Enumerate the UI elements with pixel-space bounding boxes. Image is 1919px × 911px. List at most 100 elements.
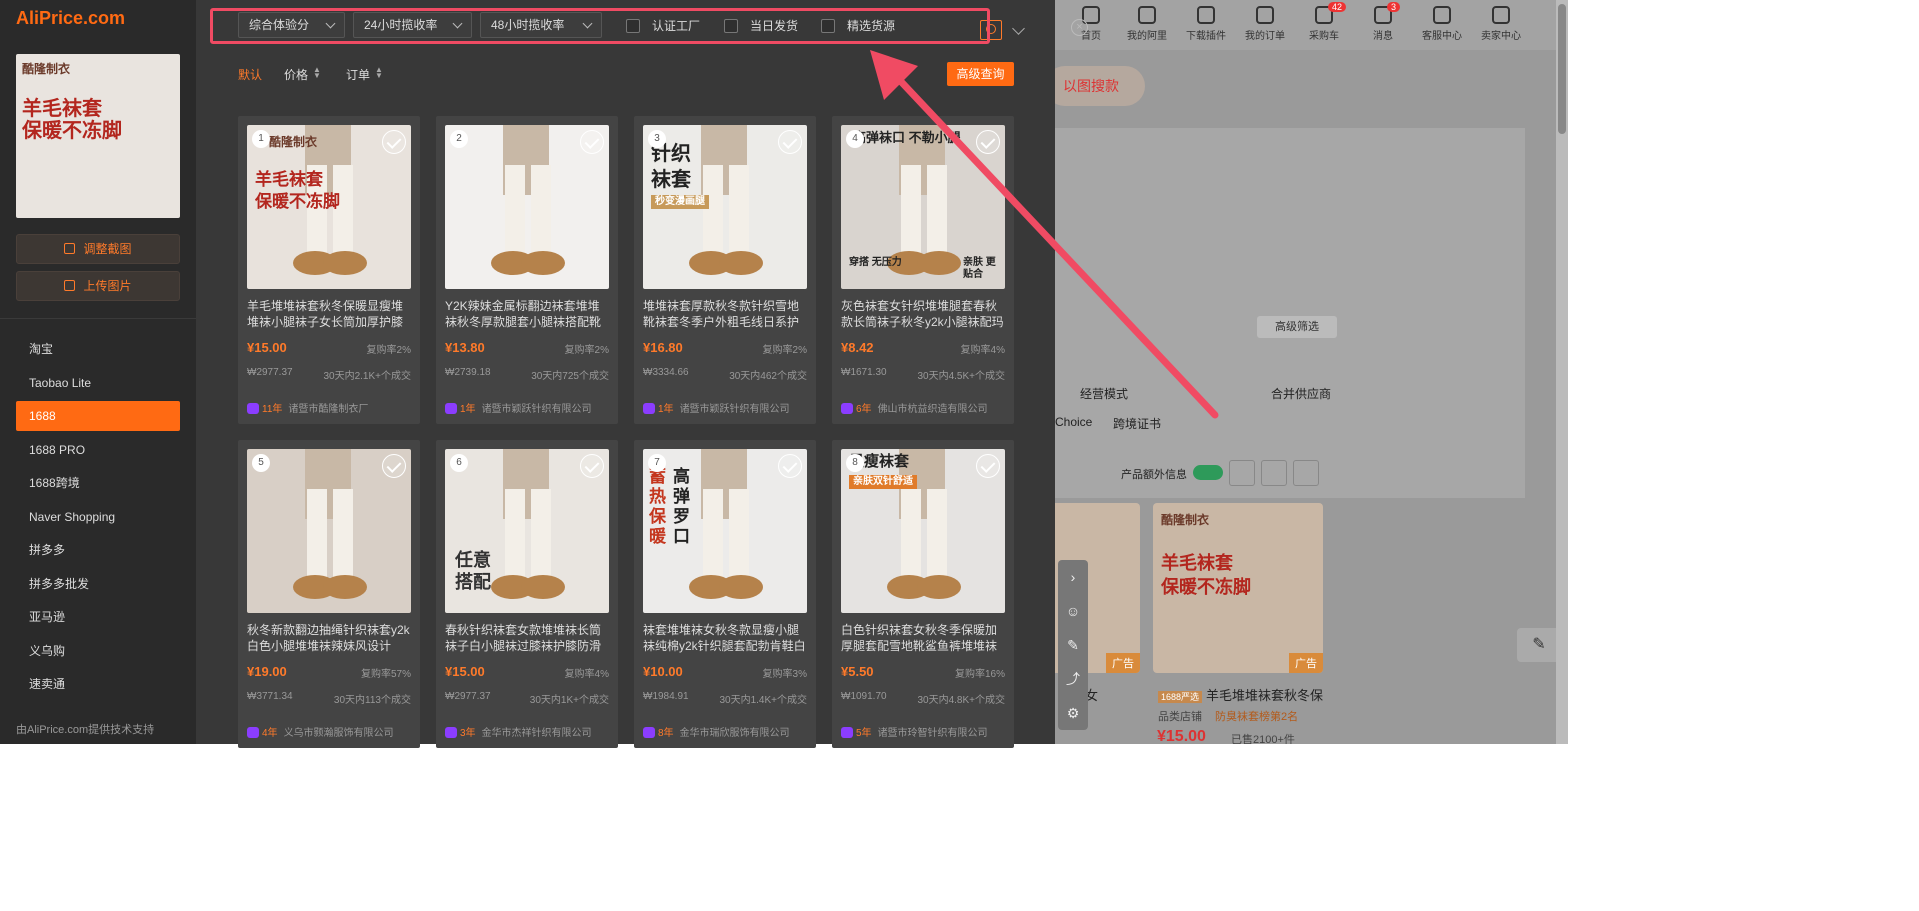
share-icon[interactable]: ⤴	[1058, 662, 1088, 696]
supplier-info[interactable]: 1年 诸暨市颖跃针织有限公司	[445, 400, 609, 415]
aliprice-logo[interactable]: AliPrice.com	[16, 8, 125, 29]
product-card[interactable]: 任意搭配 6 春秋针织袜套女款堆堆袜长筒袜子白小腿袜过膝袜护膝防滑秋... ¥1…	[436, 440, 618, 748]
upload-image-button[interactable]: 上传图片	[16, 271, 180, 301]
product-title[interactable]: 堆堆袜套厚款秋冬款针织雪地靴袜套冬季户外粗毛线日系护腿...	[643, 298, 807, 330]
platform-item[interactable]: 亚马逊	[16, 602, 180, 632]
product-card[interactable]: 针织袜套秒变漫画腿 3 堆堆袜套厚款秋冬款针织雪地靴袜套冬季户外粗毛线日系护腿.…	[634, 116, 816, 424]
product-title[interactable]: 羊毛堆堆袜套秋冬保暖显瘦堆堆袜小腿袜子女长筒加厚护膝中...	[247, 298, 411, 330]
nav-messages[interactable]: 3 消息	[1353, 2, 1413, 42]
platform-item[interactable]: 速卖通	[16, 669, 180, 699]
rank-label[interactable]: 防臭袜套榜第2名	[1215, 708, 1298, 724]
adjust-crop-button[interactable]: 调整截图	[16, 234, 180, 264]
platform-item[interactable]: 1688 PRO	[16, 435, 180, 465]
refresh-icon[interactable]	[1229, 460, 1255, 486]
pickup-48h-select[interactable]: 48小时揽收率	[480, 12, 602, 38]
platform-item[interactable]: 拼多多批发	[16, 569, 180, 599]
choice-filter[interactable]: Choice	[1055, 415, 1092, 429]
platform-item[interactable]: Naver Shopping	[16, 502, 180, 532]
product-title[interactable]: 秋冬新款翻边抽绳针织袜套y2k白色小腿堆堆袜辣妹风设计感...	[247, 622, 411, 654]
page-scrollbar[interactable]	[1556, 0, 1568, 744]
chevron-right-icon[interactable]: ›	[1058, 560, 1088, 594]
supplier-info[interactable]: 1年 诸暨市颖跃针织有限公司	[643, 400, 807, 415]
product-card[interactable]: 5 秋冬新款翻边抽绳针织袜套y2k白色小腿堆堆袜辣妹风设计感... ¥19.00…	[238, 440, 420, 748]
nav-my-alibaba[interactable]: 我的阿里	[1117, 6, 1177, 42]
background-product-2[interactable]: 酷隆制衣 羊毛袜套 保暖不冻脚 广告	[1153, 503, 1323, 673]
product-image[interactable]: 5	[247, 449, 411, 613]
checkbox-box[interactable]	[626, 19, 640, 33]
select-check-icon[interactable]	[778, 454, 802, 478]
platform-item[interactable]: 义乌购	[16, 636, 180, 666]
platform-item[interactable]: 1688	[16, 401, 180, 431]
supplier-info[interactable]: 11年 诸暨市酷隆制衣厂	[247, 400, 411, 415]
select-check-icon[interactable]	[382, 454, 406, 478]
product-image[interactable]: 酷隆制衣 羊毛袜套 保暖不冻脚 1	[247, 125, 411, 289]
sort-orders[interactable]: 订单 ▲ ▼	[346, 66, 383, 83]
checkbox-box[interactable]	[821, 19, 835, 33]
nav-cart[interactable]: 42 采购车	[1294, 2, 1354, 42]
smile-icon[interactable]: ☺	[1058, 594, 1088, 628]
product-title[interactable]: Y2K辣妹金属标翻边袜套堆堆袜秋冬厚款腿套小腿袜搭配靴子...	[445, 298, 609, 330]
supplier-name: 诸暨市颖跃针织有限公司	[481, 404, 592, 415]
platform-item[interactable]: 淘宝	[16, 334, 180, 364]
product-image[interactable]: 显瘦袜套 亲肤双针舒适 8	[841, 449, 1005, 613]
nav-download-plugin[interactable]: 下载插件	[1176, 6, 1236, 42]
chevron-down-icon[interactable]	[1012, 22, 1025, 35]
certified-factory-checkbox[interactable]: 认证工厂	[626, 17, 700, 34]
product-card[interactable]: 显瘦袜套亲肤双针舒适 8 白色针织袜套女秋冬季保暖加厚腿套配雪地靴鲨鱼裤堆堆袜小…	[832, 440, 1014, 748]
product-image[interactable]: 针织 袜套 秒变漫画腿 3	[643, 125, 807, 289]
supplier-info[interactable]: 6年 佛山市杭益织造有限公司	[841, 400, 1005, 415]
product-card[interactable]: 2 Y2K辣妹金属标翻边袜套堆堆袜秋冬厚款腿套小腿袜搭配靴子... ¥13.80…	[436, 116, 618, 424]
product-card[interactable]: 酷隆制衣 羊毛袜套 保暖不冻脚 1 羊毛堆堆袜套秋冬保暖显瘦堆堆袜小腿袜子女长筒加厚…	[238, 116, 420, 424]
product-card[interactable]: 蓄热保暖高弹罗口 7 袜套堆堆袜女秋冬款显瘦小腿袜纯棉y2k针织腿套配勃肯鞋白色…	[634, 440, 816, 748]
scrollbar-thumb[interactable]	[1558, 4, 1566, 134]
nav-my-orders[interactable]: 我的订单	[1235, 6, 1295, 42]
supplier-info[interactable]: 4年 义乌市颢瀚服饰有限公司	[247, 724, 411, 739]
product-image[interactable]: 2	[445, 125, 609, 289]
search-icon[interactable]	[980, 20, 1002, 40]
supplier-info[interactable]: 3年 金华市杰祥针织有限公司	[445, 724, 609, 739]
background-product-2-title[interactable]: 1688严选 羊毛堆堆袜套秋冬保	[1158, 685, 1323, 704]
platform-item[interactable]: 1688跨境	[16, 468, 180, 498]
platform-item[interactable]: Taobao Lite	[16, 368, 180, 398]
product-card[interactable]: 高弹袜口 不勒小腿 穿搭 无压力 亲肤 更贴合 4 灰色袜套女针织堆堆腿套春秋款长筒…	[832, 116, 1014, 424]
product-title[interactable]: 灰色袜套女针织堆堆腿套春秋款长筒袜子秋冬y2k小腿袜配玛丽...	[841, 298, 1005, 330]
select-check-icon[interactable]	[976, 130, 1000, 154]
selected-source-checkbox[interactable]: 精选货源	[821, 17, 895, 34]
gear-icon[interactable]: ⚙	[1058, 696, 1088, 730]
same-day-shipping-checkbox[interactable]: 当日发货	[724, 17, 798, 34]
extra-info-toggle[interactable]	[1193, 465, 1223, 480]
advanced-filter-select[interactable]: 高级筛选	[1257, 316, 1337, 338]
product-title[interactable]: 春秋针织袜套女款堆堆袜长筒袜子白小腿袜过膝袜护膝防滑秋...	[445, 622, 609, 654]
sort-price[interactable]: 价格 ▲ ▼	[284, 66, 321, 83]
pickup-24h-select[interactable]: 24小时揽收率	[353, 12, 472, 38]
nav-home[interactable]: 首页	[1061, 6, 1121, 42]
supplier-info[interactable]: 5年 诸暨市玲智针织有限公司	[841, 724, 1005, 739]
sort-default[interactable]: 默认	[238, 66, 262, 83]
chevron-down-icon[interactable]	[1293, 460, 1319, 486]
nav-service[interactable]: 客服中心	[1412, 6, 1472, 42]
nav-seller[interactable]: 卖家中心	[1471, 6, 1531, 42]
edit-icon[interactable]: ✎	[1058, 628, 1088, 662]
image-search-button[interactable]: 以图搜款	[1055, 66, 1145, 106]
select-check-icon[interactable]	[580, 454, 604, 478]
platform-item[interactable]: 拼多多	[16, 535, 180, 565]
select-check-icon[interactable]	[778, 130, 802, 154]
advanced-query-button[interactable]: 高级查询	[947, 62, 1014, 86]
merge-supplier-filter[interactable]: 合并供应商	[1271, 385, 1331, 402]
cross-border-filter[interactable]: 跨境证书	[1113, 415, 1161, 432]
pencil-icon[interactable]: ✎	[1517, 628, 1561, 662]
product-image[interactable]: 任意 搭配 6	[445, 449, 609, 613]
close-icon[interactable]: ×	[1071, 19, 1088, 36]
supplier-info[interactable]: 8年 金华市瑞欣服饰有限公司	[643, 724, 807, 739]
select-check-icon[interactable]	[976, 454, 1000, 478]
checkbox-box[interactable]	[724, 19, 738, 33]
product-image[interactable]: 高弹袜口 不勒小腿 穿搭 无压力 亲肤 更贴合 4	[841, 125, 1005, 289]
product-title[interactable]: 袜套堆堆袜女秋冬款显瘦小腿袜纯棉y2k针织腿套配勃肯鞋白色...	[643, 622, 807, 654]
select-check-icon[interactable]	[382, 130, 406, 154]
business-mode-filter[interactable]: 经营模式	[1080, 385, 1128, 402]
product-image[interactable]: 蓄热保暖 高弹罗口 7	[643, 449, 807, 613]
product-title[interactable]: 白色针织袜套女秋冬季保暖加厚腿套配雪地靴鲨鱼裤堆堆袜小...	[841, 622, 1005, 654]
experience-score-select[interactable]: 综合体验分	[238, 12, 345, 38]
select-check-icon[interactable]	[580, 130, 604, 154]
gear-icon[interactable]	[1261, 460, 1287, 486]
